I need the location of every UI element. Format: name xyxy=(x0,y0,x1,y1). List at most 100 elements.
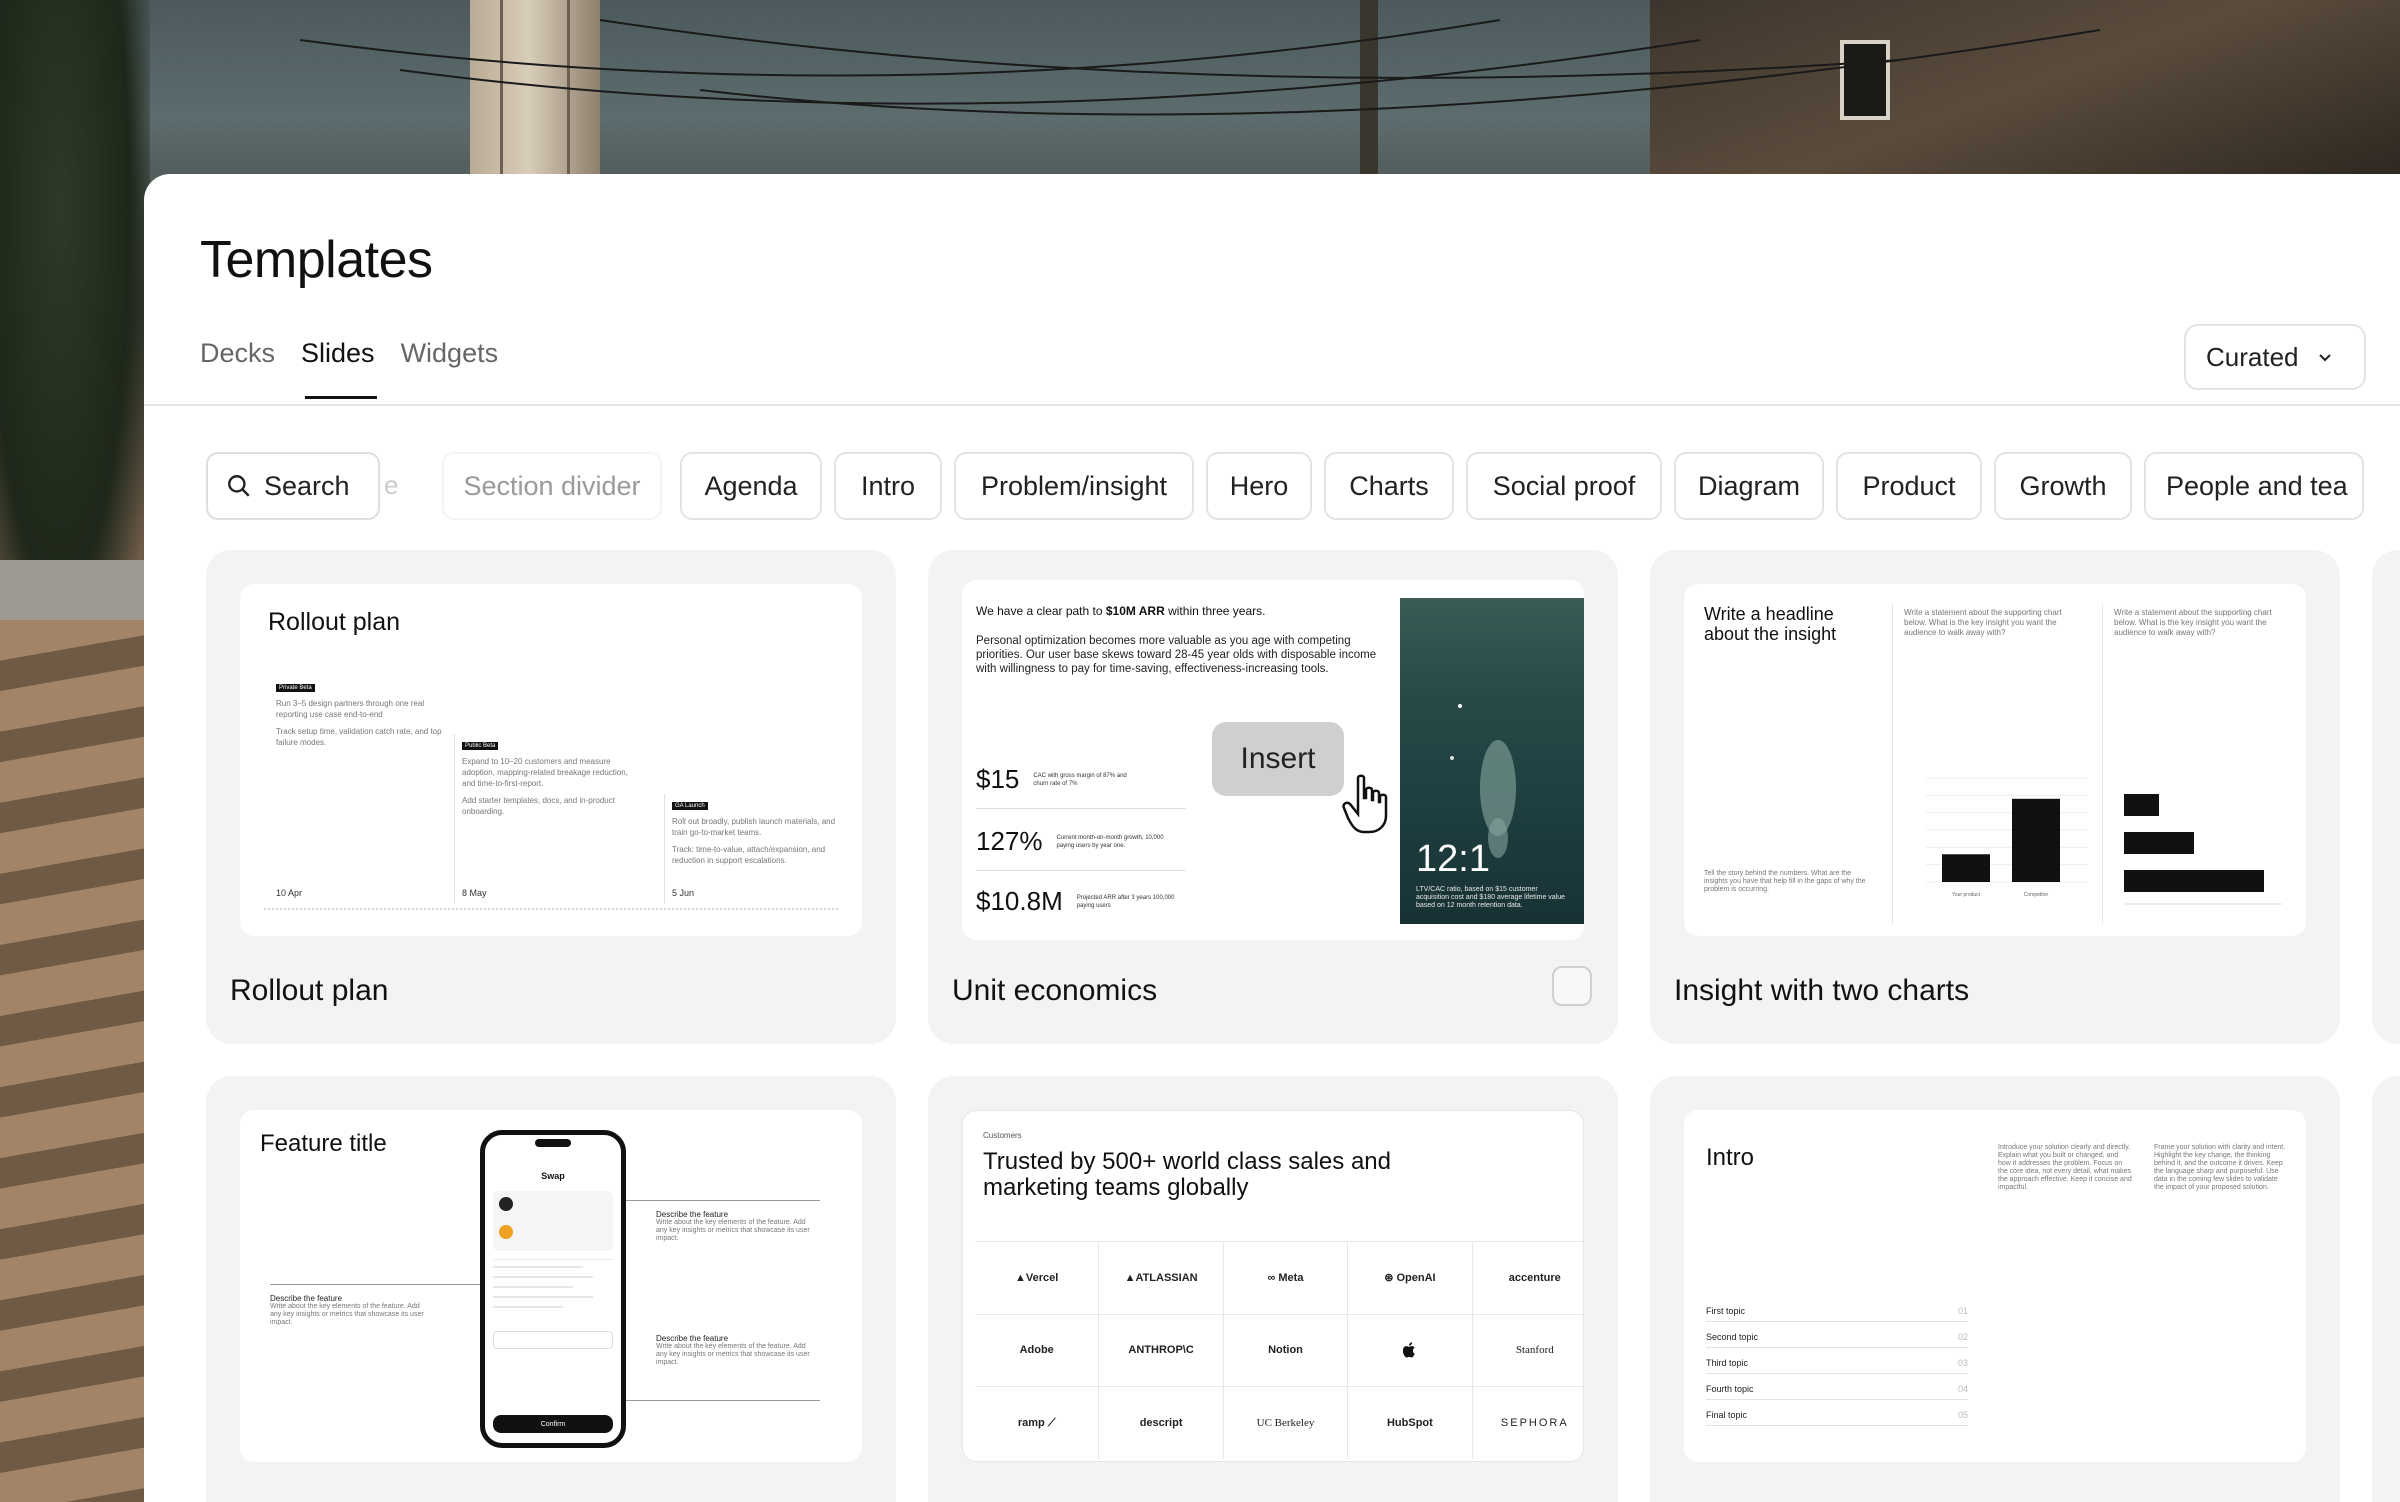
metric-note: Current month-on-month growth, 10,000 pa… xyxy=(1056,834,1164,849)
preview-headline: We have a clear path to $10M ARR within … xyxy=(976,604,1265,618)
timeline-divider xyxy=(664,794,665,904)
filter-bar: Search e Section divider Agenda Intro Pr… xyxy=(206,452,2400,522)
chip-hero[interactable]: Hero xyxy=(1206,452,1312,520)
sort-label: Curated xyxy=(2206,341,2299,372)
app-title: Swap xyxy=(541,1171,565,1181)
logo-adobe: Adobe xyxy=(975,1313,1100,1387)
slide-preview: Rollout plan Private Beta Run 3–5 design… xyxy=(240,584,862,936)
template-card-partial[interactable] xyxy=(2372,1076,2400,1502)
metric-note: Projected ARR after 3 years 100,000 payi… xyxy=(1076,894,1175,909)
rollout-phase: Public Beta Expand to 10–20 customers an… xyxy=(462,734,632,817)
chart-prompt: Write a statement about the supporting c… xyxy=(2114,608,2272,637)
topic-row: First topic 01 xyxy=(1706,1306,1968,1322)
topic-number: 05 xyxy=(1957,1410,1968,1420)
horizontal-bar-chart xyxy=(2124,794,2282,905)
phase-text: Roll out broadly, publish launch materia… xyxy=(672,817,836,837)
chip-product[interactable]: Product xyxy=(1836,452,1982,520)
chip-social-proof[interactable]: Social proof xyxy=(1466,452,1662,520)
phase-tag: Public Beta xyxy=(462,742,499,750)
feature-callout: Describe the feature Write about the key… xyxy=(270,1294,430,1327)
topic-row: Fourth topic 04 xyxy=(1706,1384,1968,1400)
chip-diagram[interactable]: Diagram xyxy=(1674,452,1824,520)
logo-apple xyxy=(1348,1313,1473,1387)
timeline-axis xyxy=(264,908,838,910)
tab-widgets[interactable]: Widgets xyxy=(401,338,499,399)
preview-heading: Feature title xyxy=(260,1130,387,1157)
select-checkbox[interactable] xyxy=(1552,966,1592,1006)
slide-preview: Intro Introduce your solution clearly an… xyxy=(1684,1110,2306,1462)
search-icon xyxy=(228,475,250,497)
template-card-rollout-plan[interactable]: Rollout plan Private Beta Run 3–5 design… xyxy=(206,550,896,1044)
x-tick-label: Your product xyxy=(1952,892,1981,898)
metric-value: $10.8M xyxy=(976,886,1063,916)
callout-line xyxy=(270,1284,480,1285)
topic-row: Third topic 03 xyxy=(1706,1358,1968,1374)
headline-text-end: within three years. xyxy=(1164,604,1266,618)
sort-dropdown[interactable]: Curated xyxy=(2184,324,2366,390)
hand-cursor-icon xyxy=(1342,774,1388,834)
feature-callout: Describe the feature Write about the key… xyxy=(656,1334,816,1367)
logo-notion: Notion xyxy=(1223,1313,1349,1387)
phase-date: 8 May xyxy=(462,888,487,898)
chip-section-divider[interactable]: Section divider xyxy=(442,452,662,520)
metric-divider xyxy=(976,870,1186,871)
chip-problem-insight[interactable]: Problem/insight xyxy=(954,452,1194,520)
hbar xyxy=(2124,870,2264,892)
template-card-customers[interactable]: Customers Trusted by 500+ world class sa… xyxy=(928,1076,1618,1502)
logo-accenture: accenture xyxy=(1472,1241,1583,1314)
topic-number: 01 xyxy=(1957,1306,1968,1316)
swap-toggle xyxy=(493,1331,613,1349)
chip-people-and-team[interactable]: People and tea xyxy=(2144,452,2364,520)
x-tick-label: Competitor xyxy=(2024,892,2049,898)
template-card-insight-two-charts[interactable]: Write a headline about the insight Tell … xyxy=(1650,550,2340,1044)
topic-number: 03 xyxy=(1957,1358,1968,1368)
phase-text-2: Track: time-to-value, attach/expansion, … xyxy=(672,845,826,865)
logo-openai: ⊛ OpenAI xyxy=(1348,1241,1473,1314)
topic-number: 04 xyxy=(1957,1384,1968,1394)
chip-intro[interactable]: Intro xyxy=(834,452,942,520)
logo-stanford: Stanford xyxy=(1472,1313,1583,1387)
logo-sephora: SEPHORA xyxy=(1472,1386,1583,1459)
metric-row: $10.8M Projected ARR after 3 years 100,0… xyxy=(976,886,1177,917)
token-icon xyxy=(499,1197,513,1211)
logo-ramp: ramp ⟋ xyxy=(975,1386,1100,1459)
template-card-unit-economics[interactable]: We have a clear path to $10M ARR within … xyxy=(928,550,1618,1044)
insert-button[interactable]: Insert xyxy=(1212,722,1344,796)
search-label: Search xyxy=(264,470,350,501)
ocean-photo: 12:1 LTV/CAC ratio, based on $15 custome… xyxy=(1400,598,1584,924)
chip-agenda[interactable]: Agenda xyxy=(680,452,822,520)
topic-label: First topic xyxy=(1706,1306,1746,1316)
template-card-partial[interactable] xyxy=(2372,550,2400,1044)
timeline-divider xyxy=(454,734,455,904)
card-title: Unit economics xyxy=(952,974,1158,1007)
tab-slides[interactable]: Slides xyxy=(301,338,377,399)
bar xyxy=(2012,798,2060,882)
swap-details xyxy=(493,1259,613,1327)
bar xyxy=(1942,854,1990,882)
template-card-feature-title[interactable]: Feature title Swap Confirm Describe the … xyxy=(206,1076,896,1502)
chip-charts[interactable]: Charts xyxy=(1324,452,1454,520)
hbar xyxy=(2124,794,2159,816)
logo-descript: descript xyxy=(1099,1386,1224,1459)
search-button[interactable]: Search xyxy=(206,452,380,520)
metric-note: CAC with gross margin of 87% and churn r… xyxy=(1033,772,1127,787)
intro-text-b: Frame your solution with clarity and int… xyxy=(2154,1144,2286,1191)
page-title: Templates xyxy=(200,231,433,289)
phase-date: 10 Apr xyxy=(276,888,303,898)
tab-decks[interactable]: Decks xyxy=(200,338,275,399)
logo-atlassian: ▲ATLASSIAN xyxy=(1099,1241,1224,1314)
token-icon xyxy=(499,1225,513,1239)
callout-title: Describe the feature xyxy=(270,1294,343,1303)
template-card-intro[interactable]: Intro Introduce your solution clearly an… xyxy=(1650,1076,2340,1502)
logo-meta: ∞ Meta xyxy=(1223,1241,1349,1314)
power-wires xyxy=(299,19,2101,116)
preview-body: Personal optimization becomes more valua… xyxy=(976,635,1377,675)
topic-row: Second topic 02 xyxy=(1706,1332,1968,1348)
metric-divider xyxy=(976,808,1186,809)
chip-growth[interactable]: Growth xyxy=(1994,452,2132,520)
headline-bold: $10M ARR xyxy=(1105,604,1165,618)
metric-value: 127% xyxy=(976,826,1043,856)
rollout-phase: GA Launch Roll out broadly, publish laun… xyxy=(672,794,842,866)
confirm-button: Confirm xyxy=(493,1415,613,1433)
phase-text-2: Add starter templates, docs, and in-prod… xyxy=(462,796,615,816)
